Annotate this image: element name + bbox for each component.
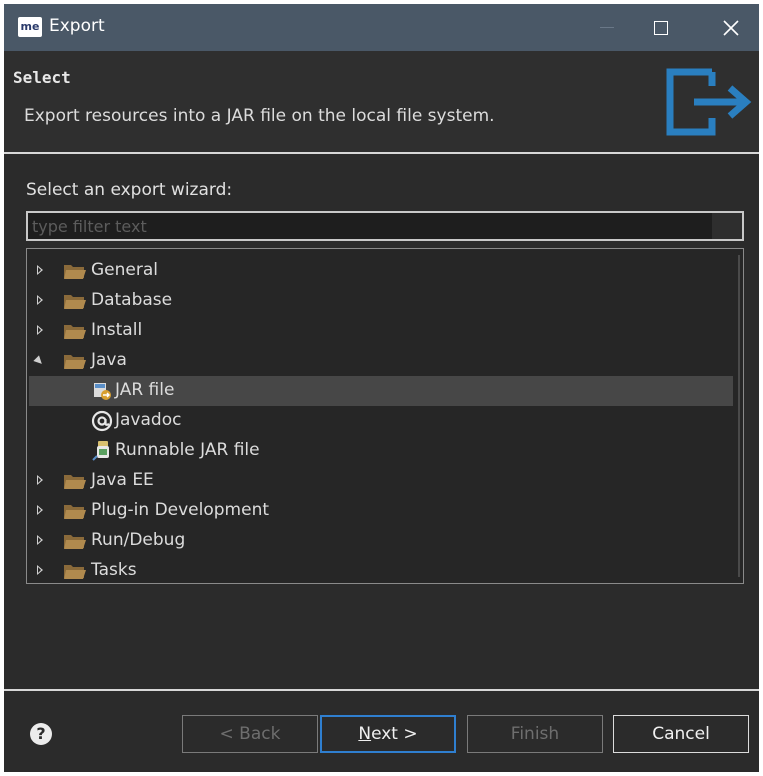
maximize-icon [654,20,668,35]
finish-button[interactable]: Finish [467,715,603,753]
folder-icon [63,262,87,285]
runnable-jar-icon [91,440,113,467]
title-bar: me Export [4,4,759,51]
app-logo: me [18,17,42,37]
collapse-arrow-icon[interactable] [37,475,43,485]
tree-item-label: Plug-in Development [91,500,270,520]
folder-icon [63,292,87,315]
collapse-arrow-icon[interactable] [37,505,43,515]
tree-item-plug-in-development[interactable]: Plug-in Development [29,496,733,526]
tree-item-label: General [91,260,158,280]
next-button-label: ext > [371,724,418,744]
window-title: Export [49,16,105,36]
tree-item-run-debug[interactable]: Run/Debug [29,526,733,556]
folder-icon [63,502,87,525]
expand-arrow-icon[interactable] [33,355,45,367]
collapse-arrow-icon[interactable] [37,265,43,275]
export-icon [666,68,752,136]
folder-icon [63,472,87,495]
tree-item-label: Install [91,320,143,340]
folder-icon [63,322,87,345]
tree-item-label: Database [91,290,173,310]
wizard-header: Select Export resources into a JAR file … [4,51,759,152]
page-description: Export resources into a JAR file on the … [24,106,495,126]
tree-item-jar-file[interactable]: JAR file [29,376,733,406]
javadoc-icon [91,410,113,437]
wizard-prompt: Select an export wizard: [26,180,233,200]
maximize-button[interactable] [634,4,688,51]
close-button[interactable] [704,4,758,51]
header-divider [4,152,759,154]
next-button-mnemonic: N [358,724,372,744]
collapse-arrow-icon[interactable] [37,325,43,335]
tree-item-install[interactable]: Install [29,316,733,346]
filter-input[interactable] [28,213,742,239]
collapse-arrow-icon[interactable] [37,535,43,545]
export-dialog: me Export Select Export resources into a… [4,4,759,772]
back-button[interactable]: < Back [182,715,318,753]
tree-item-label: Tasks [91,560,137,580]
tree-item-label: Java EE [91,470,154,490]
tree-item-tasks[interactable]: Tasks [29,556,733,583]
jar-file-icon [91,380,113,407]
minimize-icon [600,27,614,28]
filter-field-edge [712,213,742,239]
tree-item-java-ee[interactable]: Java EE [29,466,733,496]
tree-item-runnable-jar-file[interactable]: Runnable JAR file [29,436,733,466]
folder-icon [63,562,87,583]
tree-item-java[interactable]: Java [29,346,733,376]
collapse-arrow-icon[interactable] [37,295,43,305]
collapse-arrow-icon[interactable] [37,565,43,575]
tree-item-label: Java [91,350,127,370]
folder-icon [63,352,87,375]
page-title: Select [13,68,71,87]
tree-item-database[interactable]: Database [29,286,733,316]
tree-item-general[interactable]: General [29,256,733,286]
tree-item-label: JAR file [115,380,175,400]
tree-item-label: Run/Debug [91,530,186,550]
close-icon [723,19,739,36]
wizard-tree[interactable]: General Database Install Java JAR file Javado… [26,248,744,584]
tree-item-label: Runnable JAR file [115,440,260,460]
minimize-button[interactable] [580,4,634,51]
footer-divider [4,689,759,691]
tree-item-javadoc[interactable]: Javadoc [29,406,733,436]
folder-icon [63,532,87,555]
tree-item-label: Javadoc [115,410,182,430]
filter-field[interactable] [26,211,744,241]
help-icon[interactable]: ? [30,723,52,745]
next-button[interactable]: Next > [320,715,456,753]
tree-scrollbar[interactable] [738,255,740,577]
cancel-button[interactable]: Cancel [613,715,749,753]
